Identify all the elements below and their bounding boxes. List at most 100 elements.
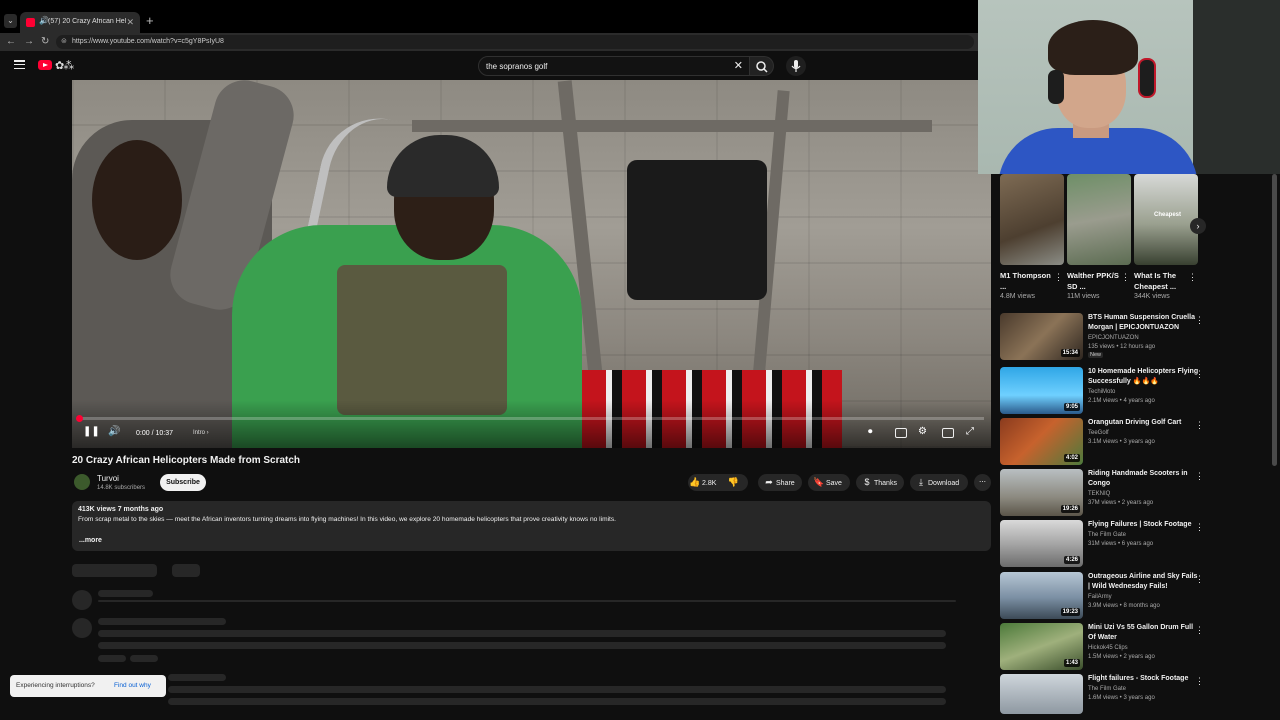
recommendation-item[interactable]: 4:02 Orangutan Driving Golf Cart TeeGolf… [1000,418,1204,466]
captions-icon[interactable] [895,428,907,438]
pause-icon[interactable]: ❚❚ [83,426,100,437]
short-thumbnail[interactable] [1000,174,1064,265]
short-title[interactable]: M1 Thompson ... [1000,270,1052,292]
download-button[interactable]: ⤓ Download [910,474,968,491]
short-title[interactable]: Walther PPK/S SD ... [1067,270,1119,292]
video-thumbnail[interactable]: 15:34 [1000,313,1083,360]
recommendation-channel[interactable]: TechiMoto [1088,389,1115,395]
video-thumbnail[interactable]: 4:26 [1000,520,1083,567]
short-title[interactable]: What Is The Cheapest ... [1134,270,1186,292]
subscribe-button[interactable]: Subscribe [160,474,206,491]
comment-skeleton-line [168,686,946,693]
share-button[interactable]: ➦ Share [758,474,802,491]
more-vertical-icon[interactable]: ⋮ [1195,315,1204,326]
scrubber-handle[interactable] [76,415,83,422]
video-player[interactable]: ❚❚ 🔊 0:00 / 10:37 Intro › ⏺ ⚙ ⤢ [72,80,991,448]
settings-gear-icon[interactable]: ⚙ [918,426,927,437]
channel-avatar[interactable] [74,474,90,490]
comment-skeleton-line [98,642,946,649]
recommendation-title[interactable]: Flight failures - Stock Footage [1088,674,1200,684]
more-vertical-icon[interactable]: ⋮ [1195,369,1204,380]
more-actions-button[interactable]: ⋯ [974,474,991,491]
find-out-why-link[interactable]: Find out why [114,682,151,689]
recommendation-item[interactable]: 9:05 10 Homemade Helicopters Flying Succ… [1000,367,1204,415]
more-vertical-icon[interactable]: ⋮ [1188,273,1197,282]
recommendation-channel[interactable]: EPICJONTUAZON [1088,335,1139,341]
recommendation-channel[interactable]: Hickok45 Clips [1088,645,1128,651]
comment-skeleton-line [168,674,226,681]
back-arrow-icon[interactable]: ← [6,36,16,47]
more-vertical-icon[interactable]: ⋮ [1054,273,1063,282]
search-box[interactable]: ✕ [478,56,750,76]
recommendation-title[interactable]: Riding Handmade Scooters in Congo [1088,469,1200,489]
page-scrollbar[interactable] [1272,174,1277,466]
recommendation-title[interactable]: Outrageous Airline and Sky Fails | Wild … [1088,572,1200,592]
menu-icon[interactable] [14,60,25,70]
new-tab-icon[interactable]: + [146,14,154,28]
url-text: https://www.youtube.com/watch?v=c5gY8PsI… [72,38,224,45]
recommendation-channel[interactable]: TEKNIQ [1088,491,1110,497]
browser-tab[interactable]: 🔊 (57) 20 Crazy African Helicopt ✕ [20,12,140,33]
comment-avatar-skeleton [72,618,92,638]
video-thumbnail[interactable]: 19:23 [1000,572,1083,619]
volume-icon[interactable]: 🔊 [108,426,120,437]
more-vertical-icon[interactable]: ⋮ [1195,574,1204,585]
close-tab-icon[interactable]: ✕ [126,17,134,28]
description-box[interactable]: 413K views 7 months ago From scrap metal… [72,501,991,551]
recommendation-item[interactable]: 19:26 Riding Handmade Scooters in Congo … [1000,469,1204,517]
clear-search-icon[interactable]: ✕ [734,59,743,72]
reload-icon[interactable]: ↻ [41,36,49,47]
short-thumbnail[interactable] [1067,174,1131,265]
more-vertical-icon[interactable]: ⋮ [1195,625,1204,636]
recommendation-item[interactable]: 4:26 Flying Failures | Stock Footage The… [1000,520,1204,568]
progress-bar[interactable] [76,415,984,422]
more-vertical-icon[interactable]: ⋮ [1195,676,1204,687]
channel-name[interactable]: Turvoi [97,474,119,483]
recommendation-item[interactable]: 1:43 Mini Uzi Vs 55 Gallon Drum Full Of … [1000,623,1204,671]
recommendation-title[interactable]: Mini Uzi Vs 55 Gallon Drum Full Of Water [1088,623,1200,643]
recommendation-channel[interactable]: The Film Gate [1088,686,1126,692]
recommendation-channel[interactable]: TeeGolf [1088,430,1109,436]
search-input[interactable] [486,60,726,72]
recommendation-channel[interactable]: The Film Gate [1088,532,1126,538]
recommendation-item[interactable]: Flight failures - Stock Footage The Film… [1000,674,1204,714]
show-more-link[interactable]: ...more [79,537,102,544]
chevron-right-icon[interactable]: › [1190,218,1206,234]
recommendation-title[interactable]: Flying Failures | Stock Footage [1088,520,1200,530]
thumbs-up-icon[interactable]: 👍 [688,474,702,491]
thumbs-down-icon[interactable]: 👎 [726,474,740,491]
thanks-button[interactable]: $ Thanks [856,474,904,491]
subscriber-count: 14.8K subscribers [97,485,146,491]
voice-search-button[interactable] [786,56,806,76]
recommendation-title[interactable]: BTS Human Suspension Cruella Morgan | EP… [1088,313,1200,333]
video-thumbnail[interactable]: 19:26 [1000,469,1083,516]
forward-arrow-icon[interactable]: → [24,36,34,47]
logo-doodle-icon[interactable]: ✿⁂ [55,59,74,72]
recommendation-item[interactable]: 19:23 Outrageous Airline and Sky Fails |… [1000,572,1204,620]
url-field[interactable]: ⊜ https://www.youtube.com/watch?v=c5gY8P… [56,35,974,49]
recommendation-title[interactable]: 10 Homemade Helicopters Flying Successfu… [1088,367,1200,387]
more-vertical-icon[interactable]: ⋮ [1195,522,1204,533]
more-vertical-icon[interactable]: ⋮ [1121,273,1130,282]
tab-search-chevron-icon[interactable]: ⌄ [4,14,17,28]
video-thumbnail[interactable]: 1:43 [1000,623,1083,670]
save-button[interactable]: 🔖Save [808,474,850,491]
fullscreen-icon[interactable]: ⤢ [966,426,974,437]
youtube-logo-icon[interactable] [38,60,52,70]
headphone-icon [1048,70,1064,104]
more-vertical-icon[interactable]: ⋮ [1195,420,1204,431]
recommendation-title[interactable]: Orangutan Driving Golf Cart [1088,418,1200,428]
chapter-title[interactable]: Intro › [193,430,209,436]
video-thumbnail[interactable]: 4:02 [1000,418,1083,465]
short-thumbnail[interactable]: Cheapest [1134,174,1198,265]
autoplay-toggle-icon[interactable]: ⏺ [868,426,873,437]
like-count[interactable]: 2.8K [702,480,716,487]
more-vertical-icon[interactable]: ⋮ [1195,471,1204,482]
recommendation-item[interactable]: 15:34 BTS Human Suspension Cruella Morga… [1000,313,1204,361]
site-info-icon[interactable]: ⊜ [61,37,67,45]
video-thumbnail[interactable] [1000,674,1083,714]
search-button[interactable] [750,56,774,76]
recommendation-channel[interactable]: FailArmy [1088,594,1112,600]
miniplayer-icon[interactable] [942,428,954,438]
video-thumbnail[interactable]: 9:05 [1000,367,1083,414]
